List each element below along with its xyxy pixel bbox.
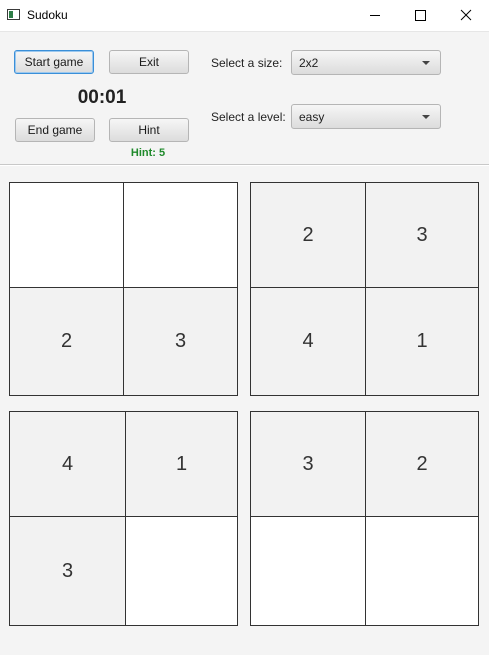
cell-divider bbox=[10, 287, 237, 288]
exit-button[interactable]: Exit bbox=[109, 50, 189, 74]
sudoku-cell[interactable] bbox=[10, 183, 123, 287]
sudoku-block-3: 4 1 3 bbox=[9, 411, 238, 626]
cell-divider bbox=[251, 516, 478, 517]
cell-divider bbox=[365, 412, 366, 625]
close-button[interactable] bbox=[443, 0, 489, 31]
sudoku-cell[interactable]: 3 bbox=[251, 412, 365, 516]
cell-divider bbox=[251, 287, 478, 288]
title-bar: Sudoku bbox=[0, 0, 489, 32]
level-select-value: easy bbox=[299, 110, 325, 124]
chevron-down-icon bbox=[422, 61, 430, 65]
level-label: Select a level: bbox=[211, 110, 286, 124]
size-label: Select a size: bbox=[211, 56, 283, 70]
sudoku-cell[interactable] bbox=[251, 517, 365, 625]
sudoku-cell[interactable]: 4 bbox=[10, 412, 125, 516]
cell-divider bbox=[123, 183, 124, 395]
sudoku-cell[interactable]: 2 bbox=[10, 288, 123, 395]
size-select[interactable]: 2x2 bbox=[291, 50, 441, 75]
sudoku-cell[interactable] bbox=[366, 517, 478, 625]
sudoku-cell[interactable]: 2 bbox=[251, 183, 365, 287]
maximize-icon bbox=[415, 10, 426, 21]
cell-divider bbox=[125, 412, 126, 625]
minimize-icon bbox=[370, 15, 380, 16]
sudoku-cell[interactable] bbox=[126, 517, 237, 625]
minimize-button[interactable] bbox=[352, 0, 398, 31]
sudoku-cell[interactable] bbox=[124, 183, 237, 287]
level-select[interactable]: easy bbox=[291, 104, 441, 129]
sudoku-cell[interactable]: 2 bbox=[366, 412, 478, 516]
sudoku-cell[interactable]: 3 bbox=[124, 288, 237, 395]
sudoku-cell[interactable]: 1 bbox=[366, 288, 478, 395]
window-title: Sudoku bbox=[27, 8, 68, 22]
hint-count: Hint: 5 bbox=[130, 147, 166, 159]
size-select-value: 2x2 bbox=[299, 56, 319, 70]
maximize-button[interactable] bbox=[398, 0, 444, 31]
end-game-button[interactable]: End game bbox=[15, 118, 95, 142]
sudoku-block-1: 2 3 bbox=[9, 182, 238, 396]
hint-button[interactable]: Hint bbox=[109, 118, 189, 142]
close-icon bbox=[460, 9, 472, 21]
cell-divider bbox=[10, 516, 237, 517]
sudoku-cell[interactable]: 3 bbox=[366, 183, 478, 287]
cell-divider bbox=[365, 183, 366, 395]
sudoku-cell[interactable]: 4 bbox=[251, 288, 365, 395]
sudoku-block-4: 3 2 bbox=[250, 411, 479, 626]
sudoku-app-icon bbox=[7, 9, 20, 20]
sudoku-cell[interactable]: 1 bbox=[126, 412, 237, 516]
start-game-button[interactable]: Start game bbox=[14, 50, 94, 74]
sudoku-block-2: 2 3 4 1 bbox=[250, 182, 479, 396]
separator bbox=[0, 164, 489, 166]
sudoku-cell[interactable]: 3 bbox=[10, 517, 125, 625]
game-timer: 00:01 bbox=[77, 87, 127, 108]
chevron-down-icon bbox=[422, 115, 430, 119]
